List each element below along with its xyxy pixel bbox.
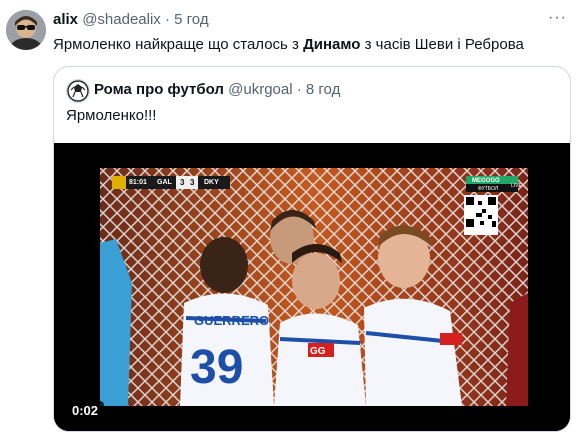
- quoted-author-avatar: [66, 79, 90, 103]
- score-home: 3: [180, 178, 185, 187]
- author-name[interactable]: alix: [53, 11, 78, 28]
- video-player[interactable]: 81:01 GAL 3 3 DKY MEGOGO ФУТБОЛ LIVE GUE…: [54, 143, 570, 431]
- quoted-text: Ярмоленко!!!: [66, 107, 157, 124]
- tweet-text-part: з часів Шеви і Реброва: [360, 36, 524, 53]
- video-frame: 81:01 GAL 3 3 DKY MEGOGO ФУТБОЛ LIVE GUE…: [54, 143, 570, 431]
- tweet-time[interactable]: 5 год: [174, 11, 208, 28]
- score-away: 3: [190, 178, 195, 187]
- jersey-sponsor: GG: [310, 346, 326, 357]
- quoted-header: Рома про футбол @ukrgoal · 8 год: [94, 80, 340, 100]
- more-icon[interactable]: ···: [548, 8, 567, 28]
- tweet-text-part: Ярмоленко найкраще що сталось з: [53, 36, 304, 53]
- author-handle[interactable]: @shadealix: [82, 11, 161, 28]
- score-home-team: GAL: [157, 179, 173, 186]
- tweet-text: Ярмоленко найкраще що сталось з Динамо з…: [53, 35, 524, 55]
- quoted-author-name[interactable]: Рома про футбол: [94, 81, 224, 98]
- tweet-text-bold: Динамо: [303, 36, 361, 53]
- separator: ·: [296, 81, 302, 98]
- score-away-team: DKY: [204, 179, 219, 186]
- author-avatar[interactable]: [6, 10, 46, 50]
- quoted-author-handle[interactable]: @ukrgoal: [228, 81, 292, 98]
- live-label: LIVE: [511, 183, 523, 189]
- separator: ·: [164, 11, 170, 28]
- jersey-name: GUERRERO: [194, 313, 269, 328]
- broadcaster-sub: ФУТБОЛ: [478, 186, 498, 192]
- quoted-time[interactable]: 8 год: [306, 81, 340, 98]
- quoted-tweet[interactable]: Рома про футбол @ukrgoal · 8 год Ярмолен…: [53, 66, 571, 432]
- video-duration: 0:02: [66, 401, 105, 421]
- jersey-number: 39: [190, 341, 243, 394]
- tweet-header: alix @shadealix · 5 год: [53, 10, 209, 30]
- score-clock: 81:01: [129, 179, 147, 186]
- broadcaster-logo: MEGOGO: [472, 178, 500, 184]
